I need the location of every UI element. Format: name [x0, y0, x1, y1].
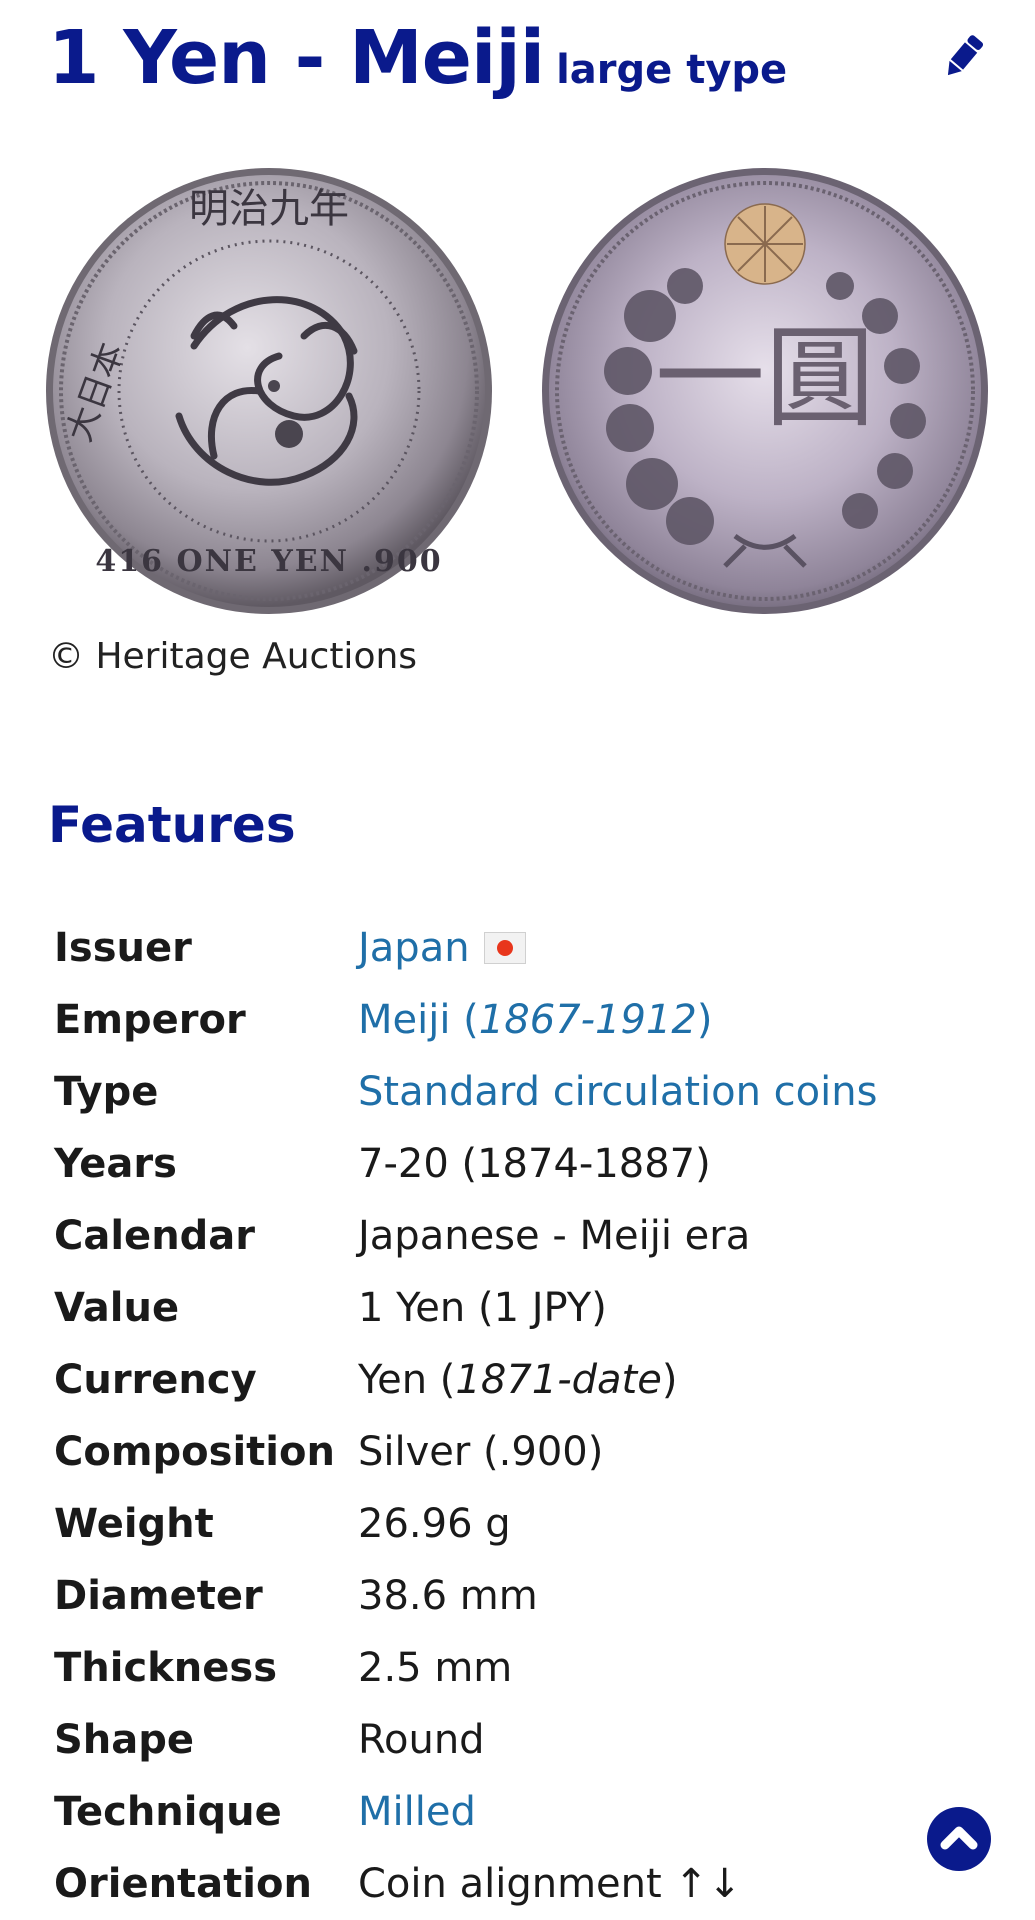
image-credit: © Heritage Auctions [48, 636, 418, 677]
emperor-years: 1867-1912 [478, 997, 697, 1043]
issuer-link[interactable]: Japan [358, 925, 470, 971]
reverse-coin-graphic: 一圓 [542, 168, 988, 614]
edit-button[interactable] [940, 30, 988, 82]
feature-value: 7-20 (1874-1887) [358, 1141, 711, 1187]
technique-link[interactable]: Milled [358, 1789, 476, 1835]
feature-label: Calendar [54, 1213, 256, 1259]
feature-label: Emperor [54, 997, 246, 1043]
feature-row-diameter: Diameter 38.6 mm [54, 1560, 1004, 1632]
obverse-coin-graphic: 明治九年 大日本 416 ONE YEN .900 [46, 168, 492, 614]
type-link[interactable]: Standard circulation coins [358, 1069, 877, 1115]
feature-label: Currency [54, 1357, 257, 1403]
coin-images: 明治九年 大日本 416 ONE YEN .900 一圓 [44, 166, 994, 616]
feature-label: Orientation [54, 1861, 312, 1907]
feature-row-issuer: Issuer Japan [54, 912, 1004, 984]
features-table: Issuer Japan Emperor Meiji (1867-1912) T… [54, 912, 1004, 1920]
reverse-image[interactable]: 一圓 [540, 166, 990, 616]
feature-value: 2.5 mm [358, 1645, 513, 1691]
feature-value: Silver (.900) [358, 1429, 604, 1475]
feature-value: Coin alignment ↑↓ [358, 1861, 742, 1907]
features-heading: Features [48, 796, 296, 854]
feature-label: Thickness [54, 1645, 278, 1691]
page-header: 1 Yen - Meiji large type [48, 8, 988, 108]
feature-label: Years [54, 1141, 177, 1187]
feature-label: Type [54, 1069, 159, 1115]
feature-row-shape: Shape Round [54, 1704, 1004, 1776]
feature-label: Issuer [54, 925, 192, 971]
chevron-up-icon [940, 1826, 978, 1850]
obverse-image[interactable]: 明治九年 大日本 416 ONE YEN .900 [44, 166, 494, 616]
feature-label: Diameter [54, 1573, 263, 1619]
feature-label: Shape [54, 1717, 195, 1763]
feature-label: Weight [54, 1501, 214, 1547]
coin-subtitle: large type [556, 47, 788, 93]
feature-row-thickness: Thickness 2.5 mm [54, 1632, 1004, 1704]
obverse-legend-top: 明治九年 [189, 186, 349, 232]
feature-row-calendar: Calendar Japanese - Meiji era [54, 1200, 1004, 1272]
feature-row-weight: Weight 26.96 g [54, 1488, 1004, 1560]
japan-flag-icon [483, 932, 526, 964]
currency-name: Yen [358, 1357, 428, 1403]
feature-row-years: Years 7-20 (1874-1887) [54, 1128, 1004, 1200]
feature-row-technique: Technique Milled [54, 1776, 1004, 1848]
feature-row-value: Value 1 Yen (1 JPY) [54, 1272, 1004, 1344]
feature-row-emperor: Emperor Meiji (1867-1912) [54, 984, 1004, 1056]
feature-value: Japanese - Meiji era [358, 1213, 751, 1259]
feature-row-composition: Composition Silver (.900) [54, 1416, 1004, 1488]
feature-value: 38.6 mm [358, 1573, 538, 1619]
reverse-center-text: 一圓 [655, 314, 875, 442]
page-title: 1 Yen - Meiji large type [48, 8, 988, 120]
emperor-link[interactable]: Meiji (1867-1912) [358, 997, 712, 1043]
pencil-icon [947, 35, 984, 76]
feature-value: 1 Yen (1 JPY) [358, 1285, 607, 1331]
feature-label: Technique [54, 1789, 282, 1835]
feature-label: Composition [54, 1429, 335, 1475]
scroll-to-top-button[interactable] [927, 1807, 991, 1871]
feature-value: Round [358, 1717, 485, 1763]
coin-title: 1 Yen - Meiji [48, 15, 545, 101]
emperor-name: Meiji [358, 997, 451, 1043]
currency-years: 1871-date [455, 1357, 662, 1403]
feature-row-orientation: Orientation Coin alignment ↑↓ [54, 1848, 1004, 1920]
obverse-legend-bottom: 416 ONE YEN .900 [95, 544, 442, 579]
feature-row-type: Type Standard circulation coins [54, 1056, 1004, 1128]
feature-value: 26.96 g [358, 1501, 511, 1547]
feature-value: Japan [358, 925, 526, 971]
feature-label: Value [54, 1285, 180, 1331]
feature-row-currency: Currency Yen (1871-date) [54, 1344, 1004, 1416]
feature-value: Yen (1871-date) [358, 1357, 678, 1403]
